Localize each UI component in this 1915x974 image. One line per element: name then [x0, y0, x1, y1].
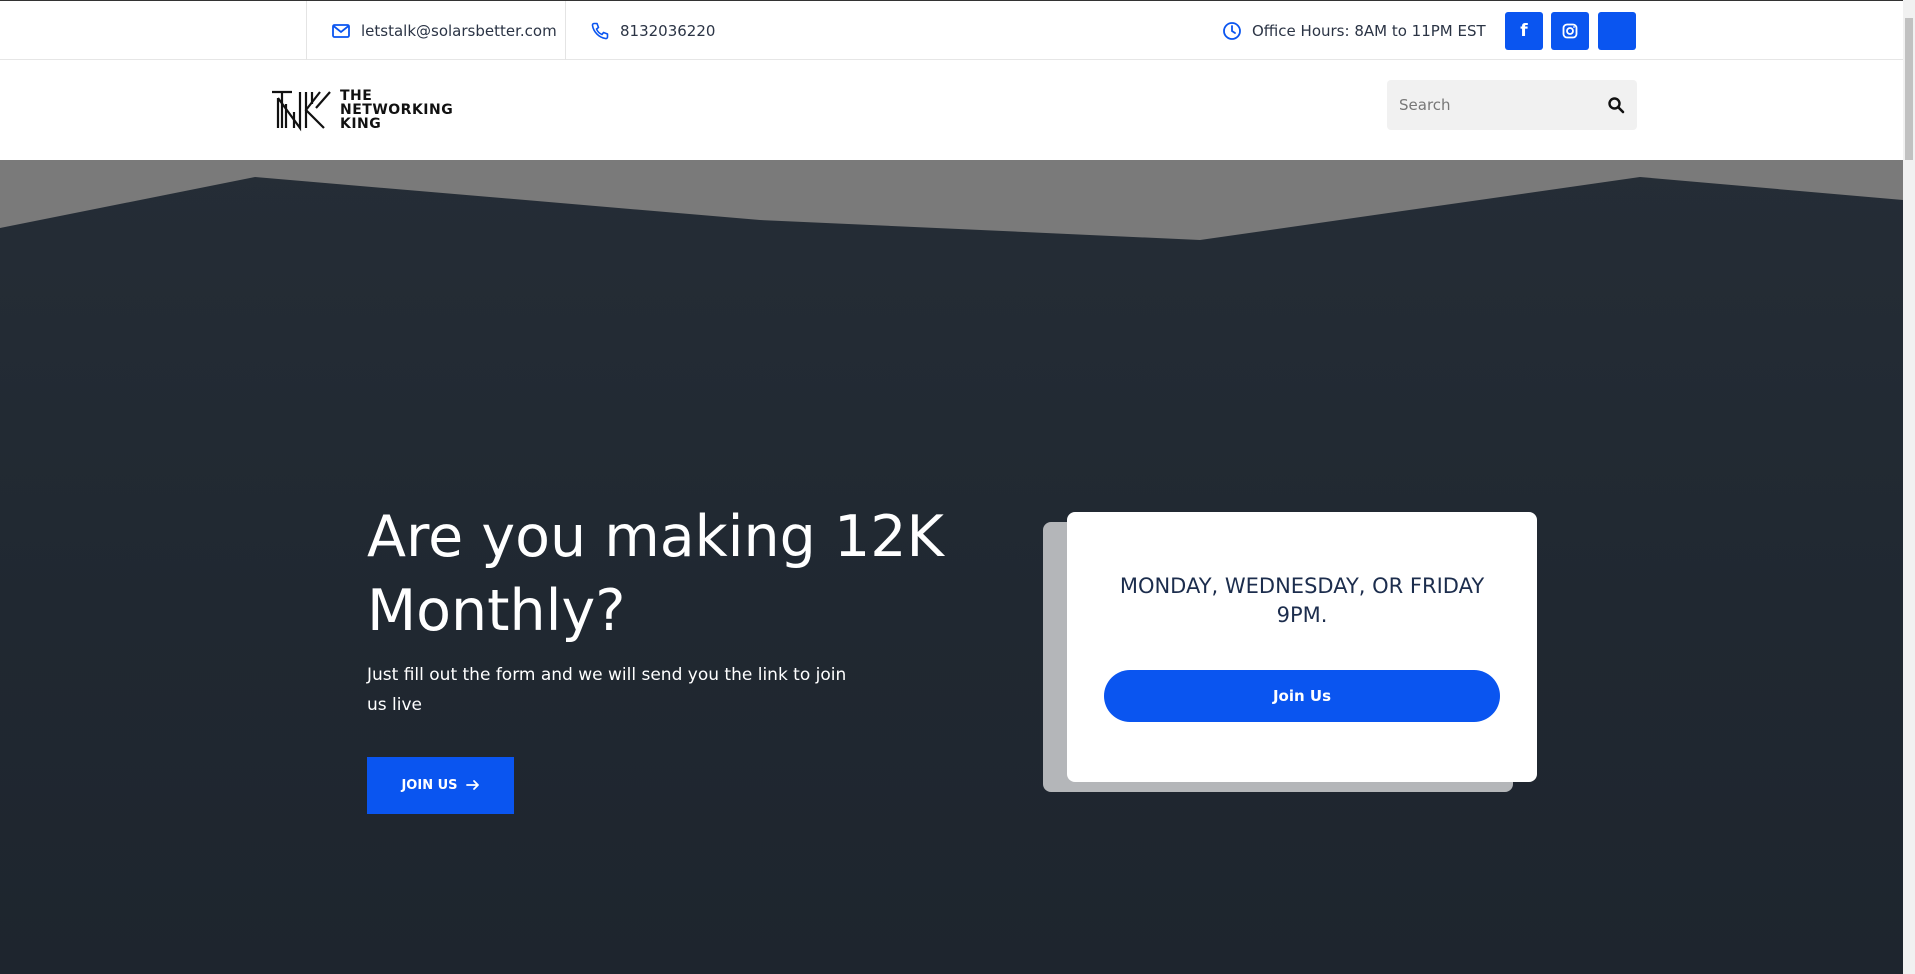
phone-icon: [590, 21, 610, 41]
hero-top-shape: [0, 160, 1903, 240]
join-us-label: JOIN US: [401, 778, 458, 793]
email-contact[interactable]: letstalk@solarsbetter.com: [306, 1, 566, 60]
clock-icon: [1222, 21, 1242, 41]
search-box: [1387, 80, 1637, 130]
instagram-icon[interactable]: [1551, 12, 1589, 50]
search-input[interactable]: [1399, 96, 1607, 114]
logo[interactable]: THE NETWORKING KING: [270, 88, 453, 132]
social-icon[interactable]: [1598, 12, 1636, 50]
join-us-button[interactable]: JOIN US: [367, 757, 514, 814]
phone-contact[interactable]: 8132036220: [566, 1, 715, 60]
hero-section: Are you making 12K Monthly? Just fill ou…: [0, 160, 1903, 974]
hero-subline: Just fill out the form and we will send …: [367, 665, 847, 715]
card-join-button[interactable]: Join Us: [1104, 670, 1500, 722]
schedule-card: MONDAY, WEDNESDAY, OR FRIDAY 9PM. Join U…: [1067, 512, 1537, 782]
scrollbar-thumb[interactable]: [1905, 18, 1913, 160]
office-hours-text: Office Hours: 8AM to 11PM EST: [1252, 21, 1486, 40]
arrow-right-icon: [465, 777, 480, 795]
scrollbar[interactable]: [1903, 0, 1915, 974]
envelope-icon: [331, 21, 351, 41]
logo-mark-icon: [272, 90, 331, 132]
phone-text[interactable]: 8132036220: [620, 22, 715, 40]
schedule-title: MONDAY, WEDNESDAY, OR FRIDAY 9PM.: [1119, 574, 1485, 627]
hero-headline: Are you making 12K Monthly?: [367, 504, 944, 644]
site-header: THE NETWORKING KING: [0, 60, 1903, 160]
top-bar: letstalk@solarsbetter.com 8132036220 Off…: [0, 0, 1903, 60]
facebook-icon[interactable]: f: [1505, 12, 1543, 50]
search-icon[interactable]: [1607, 96, 1625, 114]
logo-text: THE NETWORKING KING: [340, 88, 454, 132]
email-text[interactable]: letstalk@solarsbetter.com: [361, 22, 557, 40]
office-hours: Office Hours: 8AM to 11PM EST: [1222, 1, 1486, 60]
